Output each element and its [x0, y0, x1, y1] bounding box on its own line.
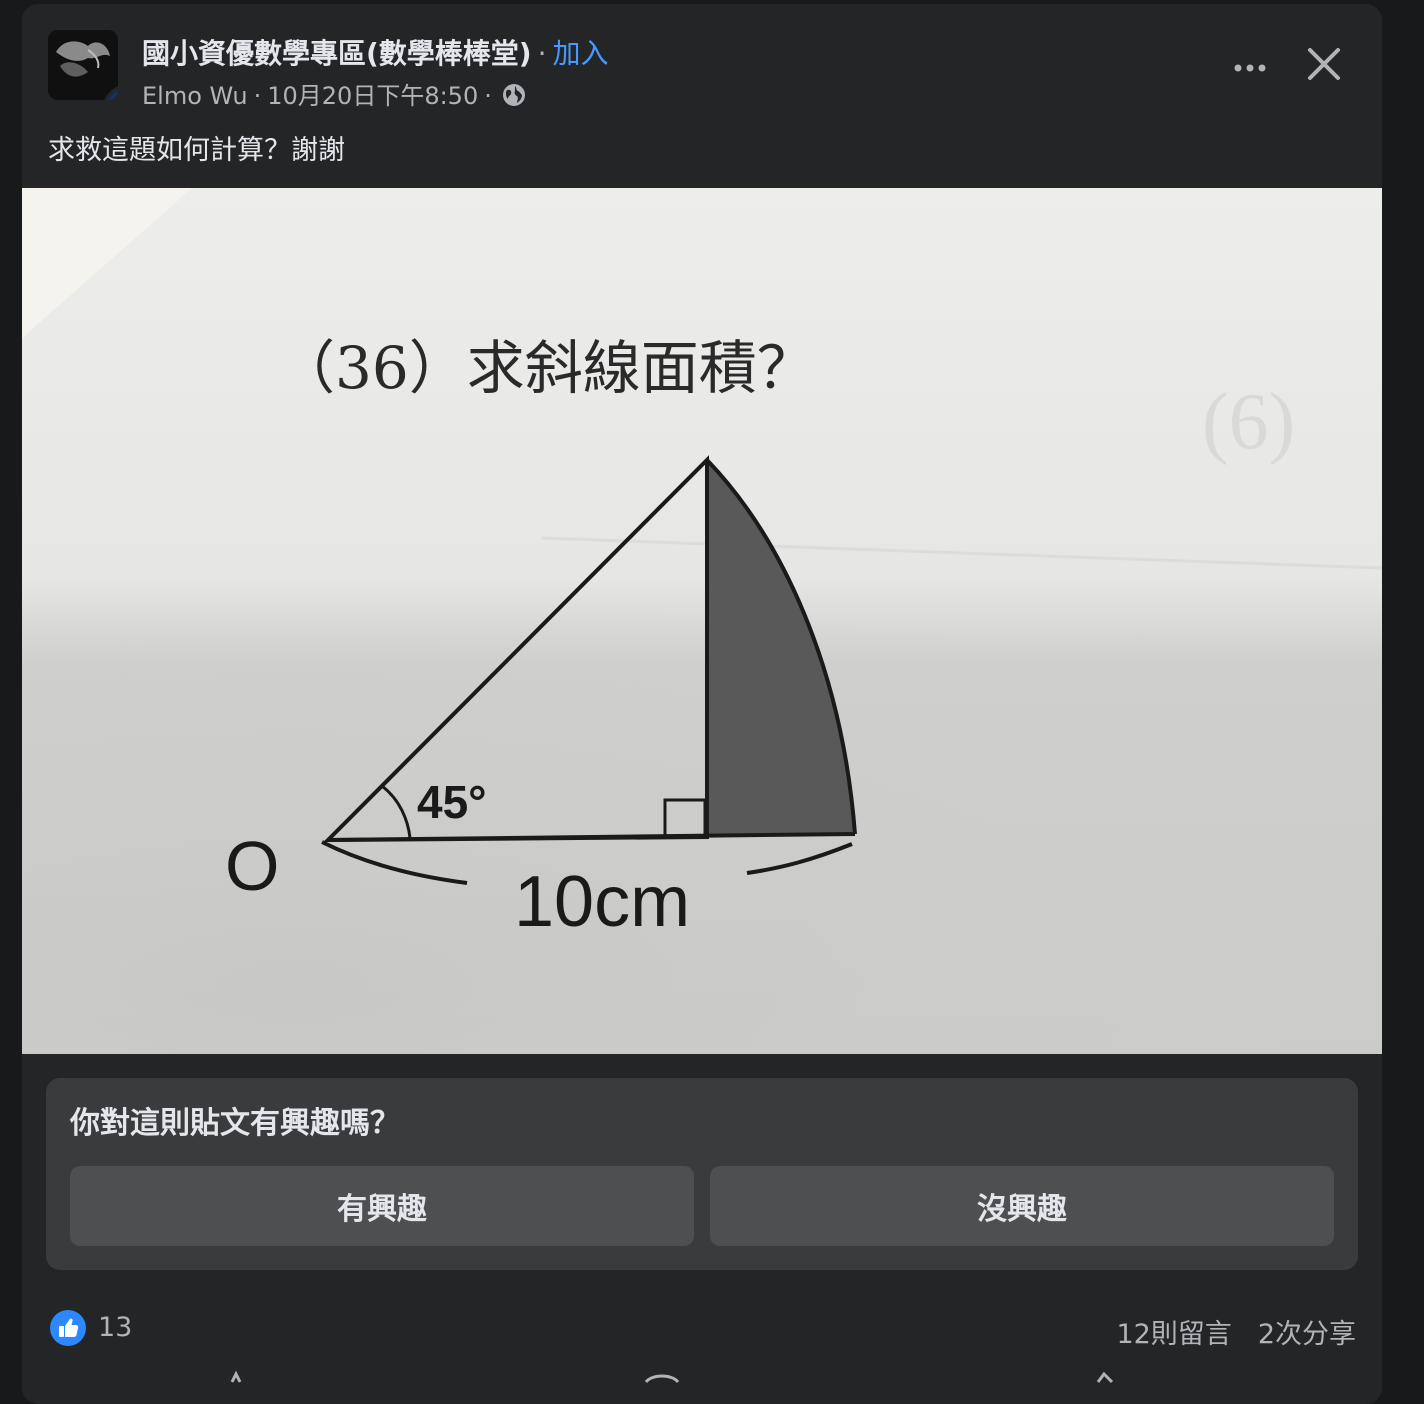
join-group-link[interactable]: 加入 — [553, 37, 609, 70]
author-avatar[interactable] — [102, 84, 118, 100]
interest-question: 你對這則貼文有興趣嗎？ — [70, 1106, 400, 1141]
post-stats: 12則留言 2次分享 — [1116, 1312, 1356, 1351]
author-name-link[interactable]: Elmo Wu — [142, 82, 248, 110]
reactions-bar: 13 12則留言 2次分享 — [22, 1304, 1382, 1356]
post-title-line: 國小資優數學專區(數學棒棒堂) · 加入 — [142, 32, 609, 72]
interested-button[interactable]: 有興趣 — [70, 1166, 694, 1246]
thumbs-up-icon — [59, 1318, 79, 1337]
post-meta: Elmo Wu · 10月20日下午8:50 · — [142, 76, 526, 111]
like-action-icon[interactable] — [230, 1370, 242, 1383]
post-header: 國小資優數學專區(數學棒棒堂) · 加入 Elmo Wu · 10月20日下午8:50 · — [22, 4, 1382, 124]
like-count[interactable]: 13 — [98, 1312, 132, 1343]
comments-count-link[interactable]: 12則留言 — [1116, 1319, 1231, 1350]
tower-icon — [109, 91, 118, 100]
shares-count-link[interactable]: 2次分享 — [1258, 1319, 1356, 1350]
close-icon — [1308, 48, 1340, 80]
not-interested-button[interactable]: 沒興趣 — [710, 1166, 1334, 1246]
hide-post-button[interactable] — [1300, 40, 1348, 88]
problem-title: （36）求斜線面積？ — [277, 334, 815, 402]
group-avatar[interactable] — [48, 30, 118, 100]
separator-dot: · — [253, 82, 262, 110]
length-label: 10cm — [514, 862, 690, 942]
interest-prompt: 你對這則貼文有興趣嗎？ 有興趣 沒興趣 — [46, 1078, 1358, 1270]
vertex-label: O — [225, 827, 279, 905]
angle-label: 45° — [417, 776, 487, 828]
more-horizontal-icon — [1234, 64, 1266, 72]
timestamp-link[interactable]: 10月20日下午8:50 — [267, 82, 478, 110]
action-bar-partial — [230, 1370, 1114, 1384]
separator-dot: · — [537, 37, 547, 70]
more-options-button[interactable] — [1226, 44, 1274, 92]
like-reaction-icon[interactable] — [50, 1310, 86, 1346]
share-action-icon[interactable] — [1096, 1371, 1114, 1384]
background-bleed-text: (6) — [1202, 378, 1295, 466]
comment-action-icon[interactable] — [644, 1374, 680, 1384]
post-card: 國小資優數學專區(數學棒棒堂) · 加入 Elmo Wu · 10月20日下午8:50 ·… — [22, 4, 1382, 1404]
group-name-link[interactable]: 國小資優數學專區(數學棒棒堂) — [142, 37, 532, 70]
globe-icon[interactable] — [502, 83, 526, 107]
post-photo[interactable]: (6) （36）求斜線面積？ 45° O 10cm — [22, 188, 1382, 1054]
post-message: 求救這題如何計算？謝謝 — [48, 135, 345, 166]
separator-dot: · — [484, 82, 492, 110]
